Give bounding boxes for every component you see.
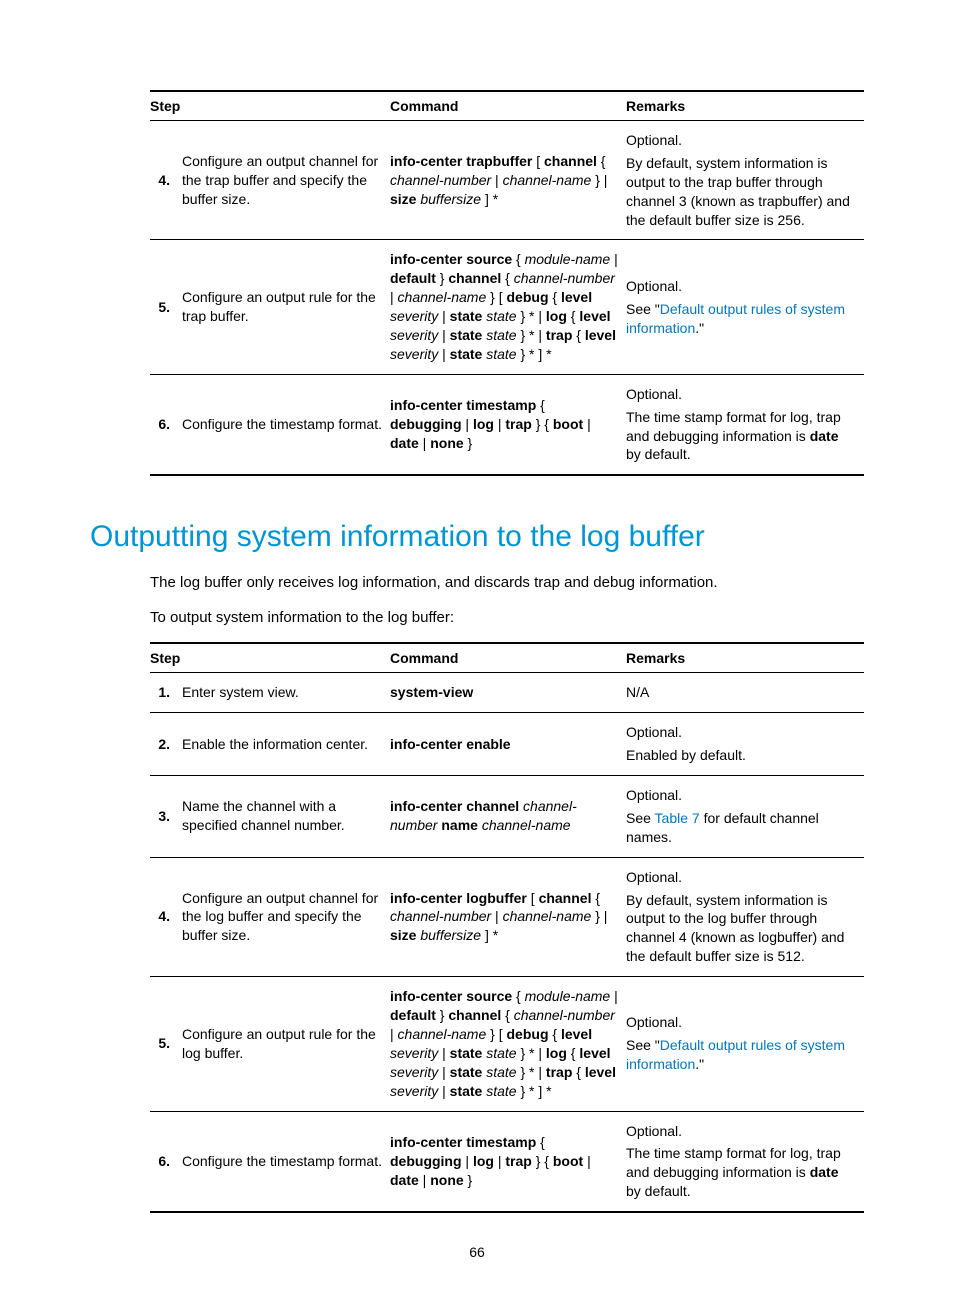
step-description: Configure an output channel for the trap…: [182, 121, 390, 240]
step-description: Enable the information center.: [182, 713, 390, 776]
step-number: 6.: [150, 374, 182, 475]
step-description: Configure an output rule for the log buf…: [182, 977, 390, 1111]
table-row: 4.Configure an output channel for the tr…: [150, 121, 864, 240]
col-remarks: Remarks: [626, 643, 864, 673]
step-number: 5.: [150, 977, 182, 1111]
command-syntax: info-center channel channel-number name …: [390, 776, 626, 858]
col-step: Step: [150, 91, 390, 121]
step-number: 3.: [150, 776, 182, 858]
remarks-cell: Optional.See "Default output rules of sy…: [626, 977, 864, 1111]
table-trap-buffer: Step Command Remarks 4.Configure an outp…: [150, 90, 864, 476]
cross-reference-link[interactable]: Table 7: [655, 810, 700, 826]
step-number: 5.: [150, 240, 182, 374]
page: Step Command Remarks 4.Configure an outp…: [0, 0, 954, 1296]
table-row: 5.Configure an output rule for the trap …: [150, 240, 864, 374]
remarks-cell: Optional.See "Default output rules of sy…: [626, 240, 864, 374]
remarks-cell: Optional.By default, system information …: [626, 121, 864, 240]
table-row: 3.Name the channel with a specified chan…: [150, 776, 864, 858]
remarks-cell: N/A: [626, 673, 864, 713]
step-description: Configure an output rule for the trap bu…: [182, 240, 390, 374]
cross-reference-link[interactable]: Default output rules of system informati…: [626, 1037, 845, 1072]
step-description: Configure the timestamp format.: [182, 1111, 390, 1212]
table-row: 6.Configure the timestamp format.info-ce…: [150, 374, 864, 475]
col-step: Step: [150, 643, 390, 673]
command-syntax: info-center source { module-name | defau…: [390, 977, 626, 1111]
table-row: 4.Configure an output channel for the lo…: [150, 857, 864, 976]
step-number: 6.: [150, 1111, 182, 1212]
paragraph-1: The log buffer only receives log informa…: [150, 572, 850, 593]
step-number: 1.: [150, 673, 182, 713]
step-description: Enter system view.: [182, 673, 390, 713]
step-number: 4.: [150, 121, 182, 240]
remarks-cell: Optional.By default, system information …: [626, 857, 864, 976]
page-number: 66: [0, 1244, 954, 1260]
col-command: Command: [390, 91, 626, 121]
table-row: 6.Configure the timestamp format.info-ce…: [150, 1111, 864, 1212]
command-syntax: info-center source { module-name | defau…: [390, 240, 626, 374]
remarks-cell: Optional.The time stamp format for log, …: [626, 374, 864, 475]
table-log-buffer: Step Command Remarks 1.Enter system view…: [150, 642, 864, 1213]
step-description: Name the channel with a specified channe…: [182, 776, 390, 858]
table-row: 2.Enable the information center.info-cen…: [150, 713, 864, 776]
col-command: Command: [390, 643, 626, 673]
step-description: Configure an output channel for the log …: [182, 857, 390, 976]
table-row: 5.Configure an output rule for the log b…: [150, 977, 864, 1111]
remarks-cell: Optional.The time stamp format for log, …: [626, 1111, 864, 1212]
remarks-cell: Optional.Enabled by default.: [626, 713, 864, 776]
command-syntax: info-center logbuffer [ channel { channe…: [390, 857, 626, 976]
section-heading: Outputting system information to the log…: [90, 520, 864, 554]
remarks-cell: Optional.See Table 7 for default channel…: [626, 776, 864, 858]
command-syntax: info-center timestamp { debugging | log …: [390, 1111, 626, 1212]
table1-body: 4.Configure an output channel for the tr…: [150, 121, 864, 476]
table-row: 1.Enter system view.system-viewN/A: [150, 673, 864, 713]
command-syntax: system-view: [390, 673, 626, 713]
command-syntax: info-center enable: [390, 713, 626, 776]
cross-reference-link[interactable]: Default output rules of system informati…: [626, 301, 845, 336]
command-syntax: info-center timestamp { debugging | log …: [390, 374, 626, 475]
paragraph-2: To output system information to the log …: [150, 607, 850, 628]
col-remarks: Remarks: [626, 91, 864, 121]
command-syntax: info-center trapbuffer [ channel { chann…: [390, 121, 626, 240]
step-number: 2.: [150, 713, 182, 776]
table2-body: 1.Enter system view.system-viewN/A2.Enab…: [150, 673, 864, 1212]
step-description: Configure the timestamp format.: [182, 374, 390, 475]
step-number: 4.: [150, 857, 182, 976]
